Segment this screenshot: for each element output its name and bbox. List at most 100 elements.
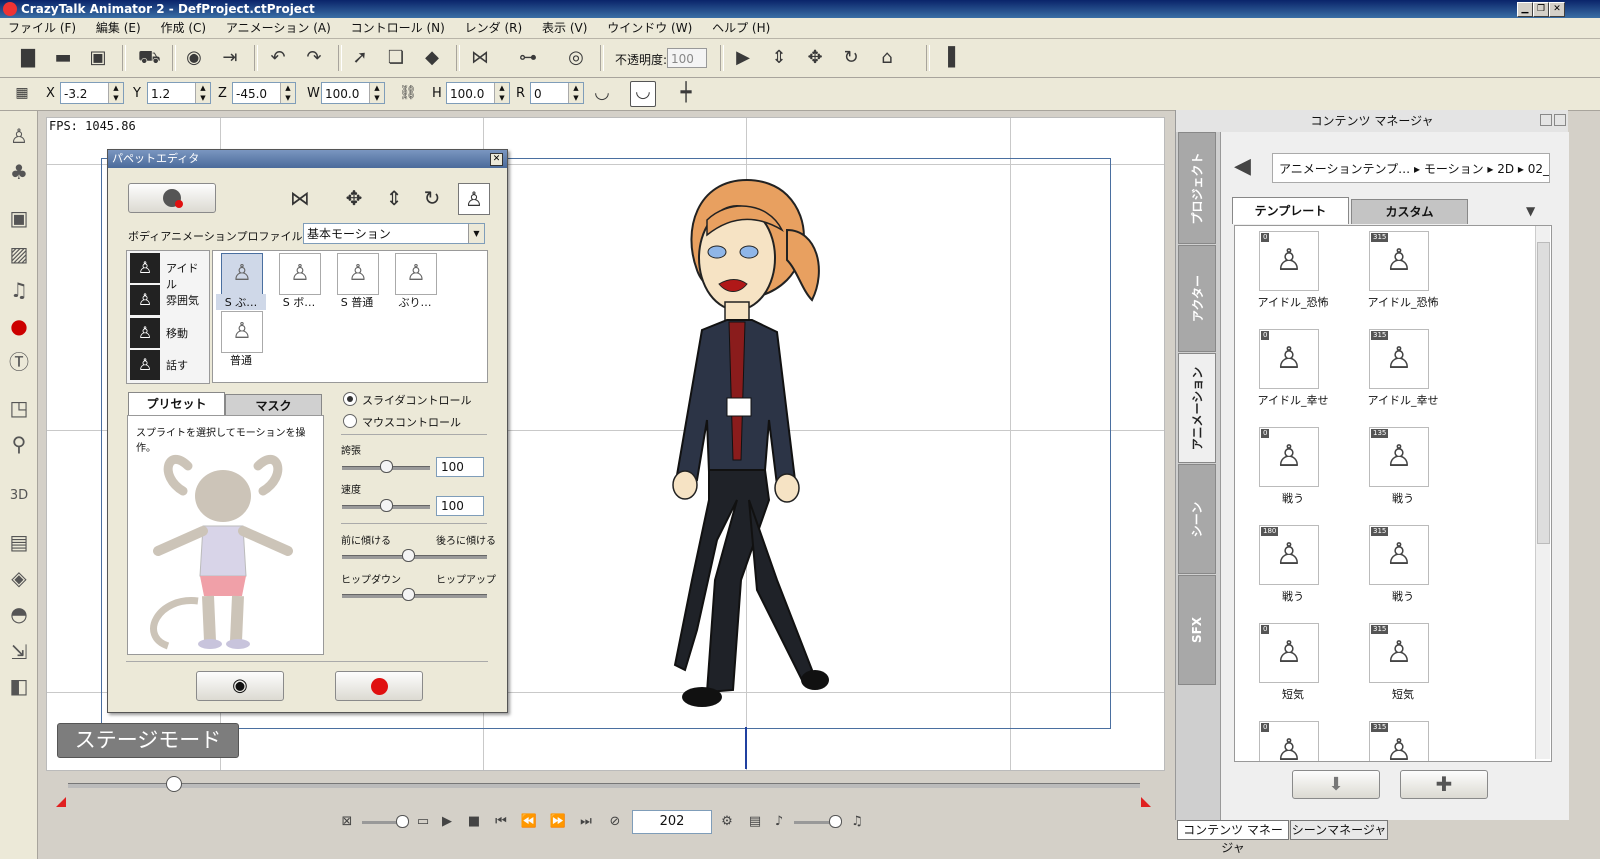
bone-icon[interactable]: ⚲	[6, 431, 32, 457]
content-item[interactable]: ♙ 315 戦う	[1355, 522, 1435, 617]
z-input[interactable]: -45.0 ▲ ▼	[232, 82, 296, 104]
link-icon[interactable]: ⊶	[518, 48, 538, 68]
content-item[interactable]: ♙ 0	[1245, 718, 1325, 761]
style-thumb-selected[interactable]: ♙	[221, 253, 263, 295]
category-talk[interactable]: ♙ 話す	[128, 349, 206, 381]
select-icon[interactable]: ➚	[350, 48, 370, 68]
exaggeration-slider-thumb[interactable]	[380, 460, 393, 473]
speed-slider-thumb[interactable]	[380, 499, 393, 512]
back-arrow-icon[interactable]: ◀	[1234, 154, 1251, 179]
background-image-icon[interactable]: ▨	[6, 241, 32, 267]
menu-view[interactable]: 表示 (V)	[534, 18, 595, 38]
y-input[interactable]: 1.2 ▲ ▼	[147, 82, 211, 104]
transform-icon[interactable]: ◈	[6, 565, 32, 591]
tab-preset[interactable]: プリセット	[128, 392, 225, 416]
flip-icon[interactable]: ⋈	[470, 48, 490, 68]
spin-arrows[interactable]: ▲ ▼	[195, 83, 210, 103]
frame-input[interactable]: 202	[632, 810, 712, 834]
spin-arrows[interactable]: ▲ ▼	[280, 83, 295, 103]
lean-slider-thumb[interactable]	[402, 549, 415, 562]
cart-icon[interactable]: ⛟	[138, 48, 161, 68]
tab-content-manager[interactable]: コンテンツ マネージャ	[1177, 820, 1289, 855]
shapes-icon[interactable]: ◆	[422, 48, 442, 68]
category-move[interactable]: ♙ 移動	[128, 317, 206, 349]
move-icon[interactable]: ✥	[342, 186, 366, 210]
timeline-track[interactable]	[68, 783, 1140, 788]
menu-animation[interactable]: アニメーション (A)	[218, 18, 339, 38]
start-marker-icon[interactable]	[56, 797, 66, 807]
character-portrait-icon[interactable]: ▣	[6, 205, 32, 231]
chain-link-icon[interactable]: ⛓	[398, 83, 418, 103]
timeline-thumb[interactable]	[166, 776, 182, 792]
spin-arrows[interactable]: ▲ ▼	[494, 83, 509, 103]
content-item[interactable]: ♙ 315 短気	[1355, 620, 1435, 715]
play-icon[interactable]: ▶	[438, 813, 456, 831]
content-item[interactable]: ♙ 315	[1355, 718, 1435, 761]
style-thumb[interactable]: ♙	[221, 311, 263, 353]
chevron-down-icon[interactable]: ▼	[1526, 204, 1535, 218]
close-button[interactable]: ✕	[1549, 2, 1565, 17]
tab-actor[interactable]: アクター	[1178, 245, 1216, 352]
morph-icon[interactable]: ◓	[6, 601, 32, 627]
speech-icon[interactable]: ▭	[414, 813, 432, 831]
content-item[interactable]: ♙ 0 戦う	[1245, 424, 1325, 519]
body-sprite-figure[interactable]	[138, 446, 313, 651]
content-item[interactable]: ♙ 135 戦う	[1355, 424, 1435, 519]
pin-icon[interactable]	[1540, 114, 1552, 126]
move-vertical-icon[interactable]: ⇕	[769, 48, 789, 68]
panel-close-icon[interactable]	[1554, 114, 1566, 126]
record-button[interactable]	[335, 671, 423, 701]
download-button[interactable]: ⬇	[1292, 770, 1380, 799]
music-note-icon[interactable]: ♫	[848, 813, 866, 831]
scrollbar[interactable]	[1535, 226, 1550, 759]
volume-slider-thumb[interactable]	[396, 815, 409, 828]
save-icon[interactable]: ▣	[88, 48, 108, 68]
minimize-button[interactable]: ▁	[1517, 2, 1533, 17]
content-item[interactable]: ♙ 0 短気	[1245, 620, 1325, 715]
last-frame-icon[interactable]: ⏭	[577, 813, 595, 831]
rotate-icon[interactable]: ↻	[841, 48, 861, 68]
new-file-icon[interactable]: ▇	[18, 48, 38, 68]
export-icon[interactable]: ⇥	[220, 48, 240, 68]
settings-gear-icon[interactable]: ⚙	[718, 813, 736, 831]
x-input[interactable]: -3.2 ▲ ▼	[60, 82, 124, 104]
content-item[interactable]: ♙ 180 戦う	[1245, 522, 1325, 617]
end-marker-icon[interactable]	[1141, 797, 1151, 807]
timeline-toggle-icon[interactable]: ▤	[746, 813, 764, 831]
3d-icon[interactable]: 3D	[6, 483, 32, 509]
style-thumb[interactable]: ♙	[279, 253, 321, 295]
menu-edit[interactable]: 編集 (E)	[88, 18, 149, 38]
move-vertical-icon[interactable]: ⇕	[382, 186, 406, 210]
h-input[interactable]: 100.0 ▲ ▼	[446, 82, 510, 104]
body-puppet-icon[interactable]: ♙	[458, 183, 490, 215]
redo-icon[interactable]: ↷	[304, 48, 324, 68]
preview-icon[interactable]: ◉	[184, 48, 204, 68]
menu-create[interactable]: 作成 (C)	[153, 18, 215, 38]
menu-file[interactable]: ファイル (F)	[0, 18, 84, 38]
visibility-icon[interactable]: ◎	[566, 48, 586, 68]
stage-mode-button[interactable]: ステージモード	[57, 723, 239, 758]
speed-input[interactable]: 100	[436, 496, 484, 516]
menu-window[interactable]: ウインドウ (W)	[599, 18, 700, 38]
prop-tree-icon[interactable]: ♣	[6, 159, 32, 185]
character-woman[interactable]	[637, 160, 867, 720]
category-idle[interactable]: ♙ アイドル	[128, 252, 206, 291]
opacity-input[interactable]: 100	[667, 48, 707, 68]
mute-audio-icon[interactable]: ♪	[770, 813, 788, 831]
slider-control-radio[interactable]	[343, 392, 357, 406]
flip-icon[interactable]: ⋈	[288, 186, 312, 210]
hip-slider-thumb[interactable]	[402, 588, 415, 601]
menu-control[interactable]: コントロール (N)	[343, 18, 453, 38]
camera-icon[interactable]: ▶	[733, 48, 753, 68]
duplicate-icon[interactable]: ❏	[386, 48, 406, 68]
actor-icon[interactable]: ♙	[6, 123, 32, 149]
camera-mute-icon[interactable]: ⊠	[338, 813, 356, 831]
undo-icon[interactable]: ↶	[268, 48, 288, 68]
r-input[interactable]: 0 ▲ ▼	[530, 82, 584, 104]
scrollbar-thumb[interactable]	[1537, 242, 1550, 544]
tab-mask[interactable]: マスク	[225, 394, 322, 416]
close-icon[interactable]: ✕	[490, 153, 503, 166]
spin-arrows[interactable]: ▲ ▼	[369, 83, 384, 103]
menu-help[interactable]: ヘルプ (H)	[704, 18, 778, 38]
previous-frame-icon[interactable]: ⏪	[520, 813, 538, 831]
